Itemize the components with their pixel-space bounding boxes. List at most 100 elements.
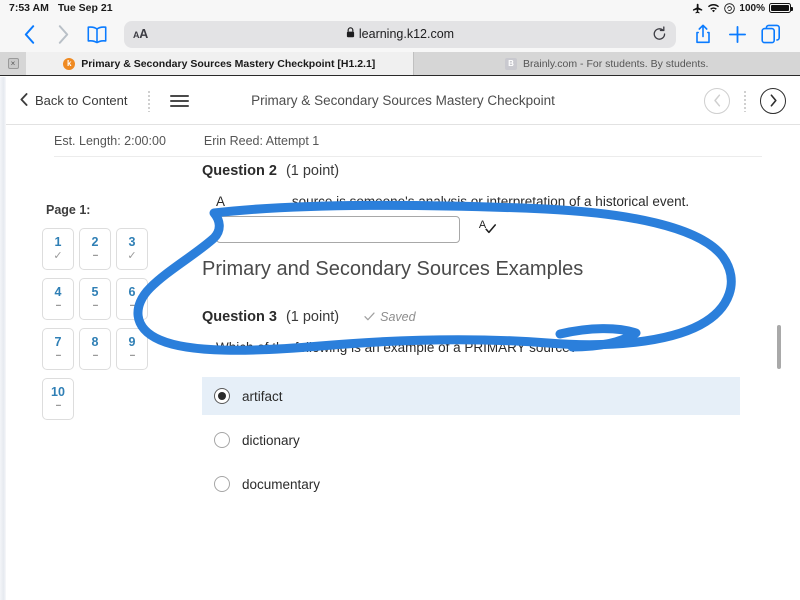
battery-percent-label: 100% (739, 3, 765, 14)
question-2-points: (1 point) (286, 163, 339, 179)
url-bar[interactable]: AA learning.k12.com (124, 21, 676, 48)
option-artifact[interactable]: artifact (202, 377, 740, 415)
question-3-block: Question 3 (1 point) Saved Which of the … (202, 309, 762, 503)
nav-item-number: 9 (129, 336, 136, 349)
status-bar-left: 7:53 AM Tue Sep 21 (9, 2, 113, 14)
nav-item-9[interactable]: 9 -- (116, 328, 148, 370)
radio-button-icon[interactable] (214, 388, 230, 404)
hamburger-menu-icon[interactable] (170, 95, 189, 107)
header-divider-right (744, 90, 746, 112)
nav-item-status-dash-icon: -- (93, 251, 98, 262)
nav-item-8[interactable]: 8 -- (79, 328, 111, 370)
nav-item-number: 5 (92, 286, 99, 299)
question-3-options: artifact dictionary documentary (202, 377, 762, 503)
brainly-favicon-icon: B (505, 58, 517, 70)
course-app-header: Back to Content Primary & Secondary Sour… (6, 77, 800, 125)
nav-item-3[interactable]: 3 ✓ (116, 228, 148, 270)
nav-item-6[interactable]: 6 -- (116, 278, 148, 320)
question-2-block: Question 2 (1 point) A ________ source i… (202, 163, 762, 243)
nav-item-number: 6 (129, 286, 136, 299)
share-icon[interactable] (686, 19, 720, 49)
nav-item-number: 1 (55, 236, 62, 249)
bookmarks-button[interactable] (80, 19, 114, 49)
status-badge: Saved (364, 310, 415, 324)
browser-toolbar: AA learning.k12.com (0, 16, 800, 52)
check-icon (364, 310, 375, 324)
nav-item-status-dash-icon: -- (130, 351, 135, 362)
option-dictionary[interactable]: dictionary (202, 421, 762, 459)
next-question-button[interactable] (760, 88, 786, 114)
text-size-button[interactable]: AA (133, 27, 148, 41)
option-label: dictionary (242, 433, 300, 448)
web-page-content: Back to Content Primary & Secondary Sour… (0, 77, 800, 600)
option-documentary[interactable]: documentary (202, 465, 762, 503)
estimated-length-label: Est. Length: 2:00:00 (54, 134, 166, 148)
previous-question-button[interactable] (704, 88, 730, 114)
back-to-content-label: Back to Content (35, 93, 128, 108)
nav-item-number: 8 (92, 336, 99, 349)
question-3-points: (1 point) (286, 309, 339, 325)
status-date: Tue Sep 21 (58, 2, 113, 14)
nav-item-status-dash-icon: -- (93, 301, 98, 312)
header-divider (148, 90, 150, 112)
nav-item-status-dash-icon: -- (56, 351, 61, 362)
reload-icon[interactable] (652, 26, 667, 42)
nav-item-status-check-icon: ✓ (53, 251, 62, 262)
nav-item-number: 10 (51, 386, 65, 399)
tab-brainly[interactable]: B Brainly.com - For students. By student… (413, 52, 800, 75)
battery-icon (769, 3, 791, 13)
new-tab-button[interactable] (720, 19, 754, 49)
attempt-label: Erin Reed: Attempt 1 (204, 134, 319, 148)
nav-item-status-dash-icon: -- (93, 351, 98, 362)
screen-root: 7:53 AM Tue Sep 21 100% (0, 0, 800, 600)
nav-item-number: 2 (92, 236, 99, 249)
nav-item-status-check-icon: ✓ (127, 251, 136, 262)
question-3-prompt: Which of the following is an example of … (202, 340, 762, 355)
attempt-info-bar: Est. Length: 2:00:00 Erin Reed: Attempt … (6, 125, 800, 157)
status-time: 7:53 AM (9, 2, 49, 14)
header-navigation-group (704, 88, 786, 114)
page-label: Page 1: (42, 203, 162, 217)
question-2-name: Question 2 (202, 163, 277, 179)
back-to-content-button[interactable]: Back to Content (20, 93, 128, 109)
chevron-left-icon (20, 93, 28, 109)
question-2-answer-input[interactable] (216, 216, 460, 243)
nav-item-number: 3 (129, 236, 136, 249)
nav-item-10[interactable]: 10 -- (42, 378, 74, 420)
nav-item-1[interactable]: 1 ✓ (42, 228, 74, 270)
text-size-large-a: A (139, 27, 148, 41)
browser-back-button[interactable] (12, 19, 46, 49)
question-navigator: Page 1: 1 ✓ 2 -- 3 ✓ 4 (42, 203, 162, 420)
option-label: documentary (242, 477, 320, 492)
rotation-lock-icon (724, 3, 735, 14)
radio-button-icon[interactable] (214, 476, 230, 492)
nav-item-2[interactable]: 2 -- (79, 228, 111, 270)
k12-favicon-icon: k (63, 58, 75, 70)
url-display: learning.k12.com (124, 27, 676, 41)
nav-item-status-dash-icon: -- (56, 401, 61, 412)
nav-item-5[interactable]: 5 -- (79, 278, 111, 320)
browser-forward-button[interactable] (46, 19, 80, 49)
nav-item-number: 7 (55, 336, 62, 349)
saved-label: Saved (380, 310, 415, 324)
section-title: Primary and Secondary Sources Examples (202, 258, 762, 281)
tabs-overview-button[interactable] (754, 19, 788, 49)
nav-item-number: 4 (55, 286, 62, 299)
tab-close-button[interactable]: × (0, 52, 26, 75)
tab-title: Primary & Secondary Sources Mastery Chec… (81, 58, 375, 70)
spellcheck-icon[interactable]: A (478, 217, 498, 242)
nav-item-status-dash-icon: -- (130, 301, 135, 312)
nav-item-4[interactable]: 4 -- (42, 278, 74, 320)
tab-primary-secondary-sources[interactable]: k Primary & Secondary Sources Mastery Ch… (26, 52, 413, 75)
close-icon: × (8, 58, 19, 69)
nav-item-7[interactable]: 7 -- (42, 328, 74, 370)
questions-column: Question 2 (1 point) A ________ source i… (202, 163, 762, 509)
question-3-name: Question 3 (202, 309, 277, 325)
assessment-body: Page 1: 1 ✓ 2 -- 3 ✓ 4 (6, 163, 800, 600)
airplane-icon (692, 3, 703, 14)
radio-button-icon[interactable] (214, 432, 230, 448)
url-text: learning.k12.com (359, 27, 454, 41)
page-scrollbar-thumb[interactable] (777, 325, 781, 369)
ios-status-bar: 7:53 AM Tue Sep 21 100% (0, 0, 800, 16)
option-label: artifact (242, 389, 283, 404)
